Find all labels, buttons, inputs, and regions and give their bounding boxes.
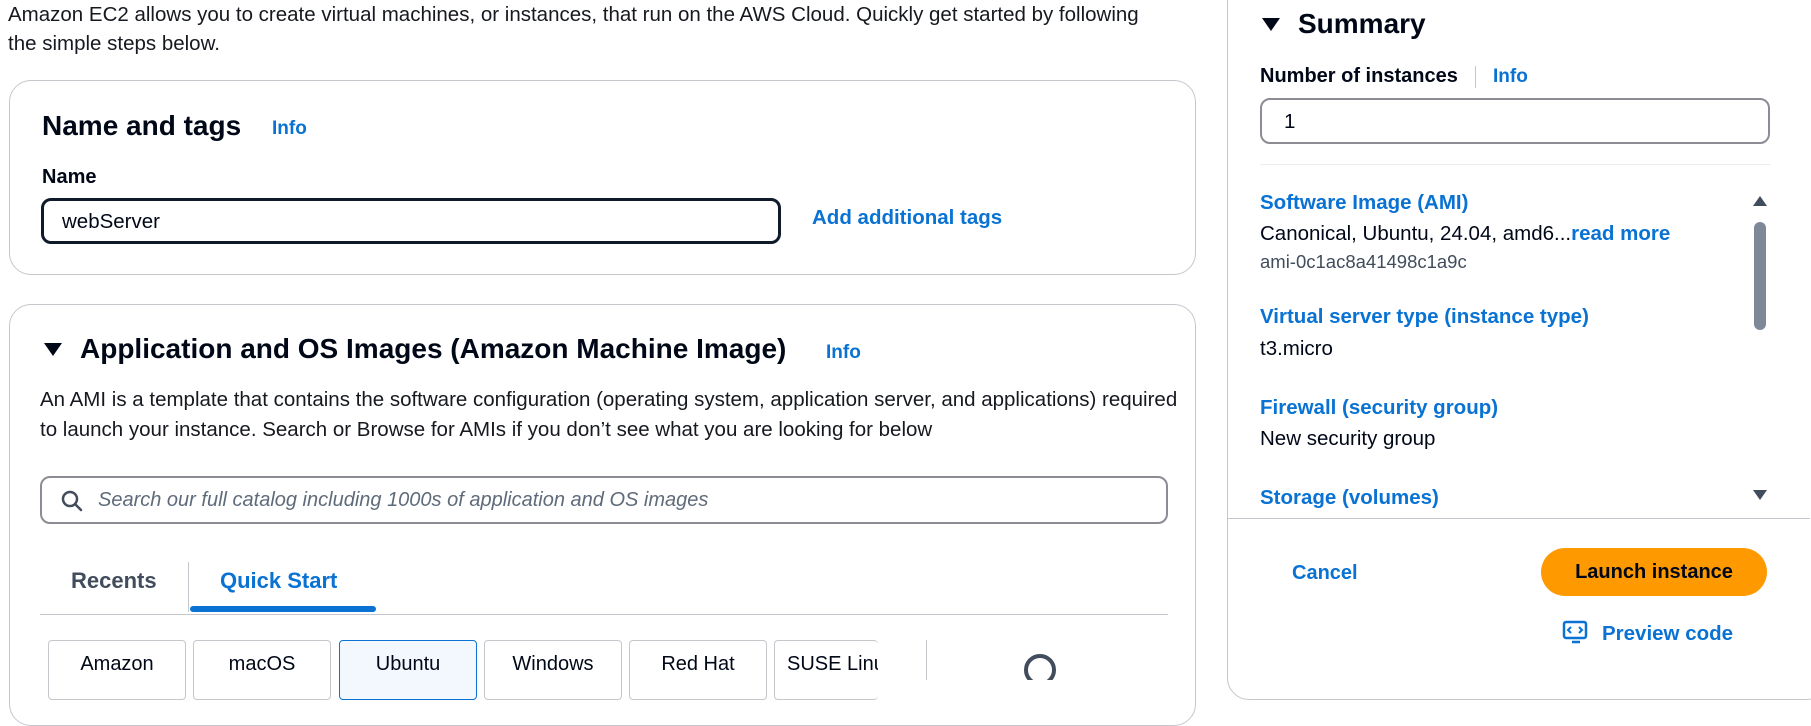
instance-type-link[interactable]: Virtual server type (instance type)	[1260, 305, 1589, 329]
summary-divider	[1260, 164, 1770, 165]
os-tile-suse[interactable]: SUSE Linu	[774, 640, 878, 700]
name-field-label: Name	[42, 166, 97, 188]
firewall-value: New security group	[1260, 427, 1436, 450]
os-tile-amazon[interactable]: Amazon	[48, 640, 186, 700]
number-of-instances-input[interactable]: 1	[1260, 98, 1770, 144]
tab-recents[interactable]: Recents	[71, 568, 157, 594]
tab-divider	[188, 562, 189, 612]
ami-section-title: Application and OS Images (Amazon Machin…	[80, 333, 787, 364]
browse-search-icon[interactable]	[1022, 650, 1062, 680]
ami-description: An AMI is a template that contains the s…	[40, 388, 1178, 441]
label-divider	[1475, 66, 1476, 88]
scrollbar-thumb[interactable]	[1754, 222, 1766, 330]
collapse-triangle-icon[interactable]	[44, 343, 62, 356]
intro-text: Amazon EC2 allows you to create virtual …	[8, 3, 1139, 55]
os-tile-macos[interactable]: macOS	[193, 640, 331, 700]
actions-divider	[1228, 518, 1810, 519]
instance-type-value: t3.micro	[1260, 337, 1333, 360]
ami-summary-value: Canonical, Ubuntu, 24.04, amd6...read mo…	[1260, 222, 1670, 246]
name-tags-info-link[interactable]: Info	[272, 118, 307, 140]
scroll-up-icon[interactable]	[1753, 196, 1767, 206]
os-tile-ubuntu[interactable]: Ubuntu	[339, 640, 477, 700]
tab-underline	[40, 614, 1168, 615]
os-tile-windows[interactable]: Windows	[484, 640, 622, 700]
ami-summary-link[interactable]: Software Image (AMI)	[1260, 191, 1468, 215]
code-preview-icon	[1562, 620, 1588, 644]
tiles-divider	[926, 640, 927, 680]
ami-id: ami-0c1ac8a41498c1a9c	[1260, 251, 1467, 272]
active-tab-indicator	[190, 606, 376, 612]
name-input[interactable]: webServer	[41, 198, 781, 244]
tab-quick-start[interactable]: Quick Start	[220, 568, 337, 594]
summary-title: Summary	[1298, 8, 1426, 39]
name-and-tags-title: Name and tags	[42, 110, 242, 141]
os-tile-redhat[interactable]: Red Hat	[629, 640, 767, 700]
instances-value: 1	[1284, 110, 1296, 133]
ami-value-text: Canonical, Ubuntu, 24.04, amd6...	[1260, 222, 1572, 245]
instances-info-link[interactable]: Info	[1493, 66, 1528, 88]
add-additional-tags-link[interactable]: Add additional tags	[812, 206, 1002, 230]
read-more-link[interactable]: read more	[1571, 222, 1670, 245]
summary-collapse-icon[interactable]	[1262, 18, 1280, 31]
storage-link[interactable]: Storage (volumes)	[1260, 486, 1439, 510]
search-placeholder: Search our full catalog including 1000s …	[98, 489, 709, 511]
scroll-down-icon[interactable]	[1753, 490, 1767, 500]
cancel-button[interactable]: Cancel	[1292, 562, 1358, 585]
number-of-instances-label: Number of instances	[1260, 65, 1458, 87]
firewall-link[interactable]: Firewall (security group)	[1260, 396, 1498, 420]
search-icon	[61, 490, 83, 512]
ami-info-link[interactable]: Info	[826, 342, 861, 364]
name-input-value: webServer	[62, 210, 160, 233]
launch-instance-button[interactable]: Launch instance	[1541, 548, 1767, 596]
preview-code-link[interactable]: Preview code	[1602, 622, 1733, 646]
ami-search-input[interactable]: Search our full catalog including 1000s …	[40, 476, 1168, 524]
